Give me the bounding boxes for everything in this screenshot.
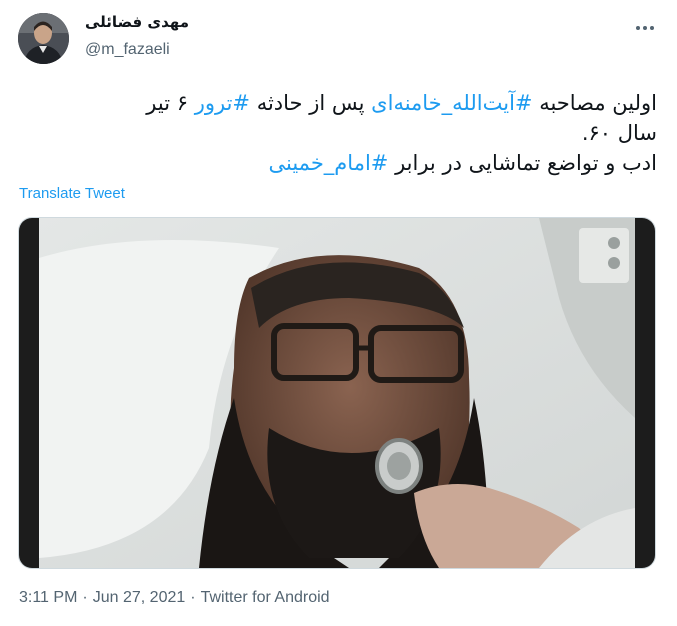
tweet-date[interactable]: Jun 27, 2021 xyxy=(93,589,186,606)
author-avatar[interactable] xyxy=(18,13,69,64)
tweet-text-line-2: سال ۶۰. xyxy=(581,121,657,145)
tweet-text-line-3: ادب و تواضع تماشایی در برابر #امام_خمینی xyxy=(17,148,658,178)
dot xyxy=(636,26,640,30)
tweet-card: مهدی فضائلی @m_fazaeli اولین مصاحبه #آیت… xyxy=(0,0,677,626)
hashtag-link[interactable]: #امام_خمینی xyxy=(269,151,389,175)
tweet-meta: 3:11 PM · Jun 27, 2021 · Twitter for Android xyxy=(19,589,330,607)
text-segment: ۶ تیر xyxy=(146,91,195,115)
meta-separator: · xyxy=(82,589,88,606)
meta-separator: · xyxy=(190,589,196,606)
tweet-video-media[interactable] xyxy=(18,217,656,569)
tweet-text-line-1: اولین مصاحبه #آیت‌الله_خامنه‌ای پس از حا… xyxy=(17,88,657,118)
more-options-icon[interactable] xyxy=(632,18,658,38)
text-segment: پس از حادثه xyxy=(250,91,372,115)
hashtag-link[interactable]: #آیت‌الله_خامنه‌ای xyxy=(371,91,532,115)
tweet-text: اولین مصاحبه #آیت‌الله_خامنه‌ای پس از حا… xyxy=(17,88,657,178)
hashtag-link[interactable]: #ترور xyxy=(195,91,250,115)
dot xyxy=(650,26,654,30)
dot xyxy=(643,26,647,30)
text-segment: ادب و تواضع تماشایی در برابر xyxy=(388,151,657,175)
translate-tweet-link[interactable]: Translate Tweet xyxy=(19,185,125,202)
author-handle[interactable]: @m_fazaeli xyxy=(85,41,170,59)
text-segment: اولین مصاحبه xyxy=(532,91,657,115)
tweet-source[interactable]: Twitter for Android xyxy=(201,589,330,606)
avatar-photo xyxy=(18,13,69,64)
video-frame xyxy=(19,218,655,568)
tweet-time[interactable]: 3:11 PM xyxy=(19,589,77,606)
author-display-name[interactable]: مهدی فضائلی xyxy=(85,13,189,31)
